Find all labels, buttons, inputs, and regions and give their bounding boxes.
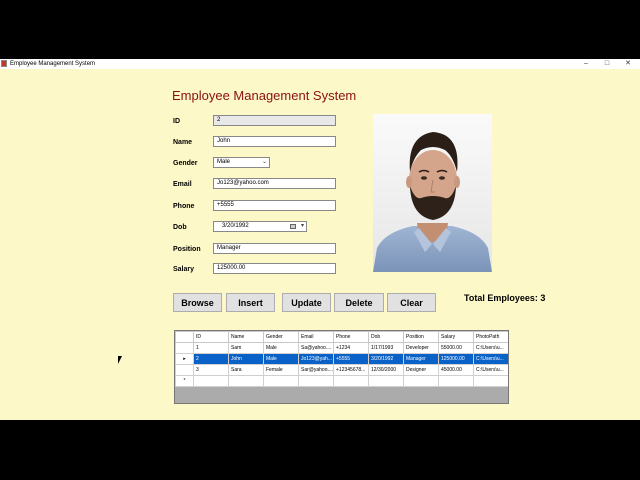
table-cell[interactable]: +12345678... <box>333 364 369 376</box>
title-bar[interactable]: Employee Management System – □ ✕ <box>0 59 640 69</box>
id-label: ID <box>173 118 180 125</box>
table-cell[interactable]: Developer <box>403 342 439 354</box>
table-row[interactable]: 1 Sam Male Sa@yahoo.... +1234 1/17/1993 … <box>175 342 508 354</box>
row-header[interactable] <box>175 342 194 354</box>
column-header-phone[interactable]: Phone <box>333 331 369 343</box>
grid-header-row: ID Name Gender Email Phone Dob Position … <box>175 331 508 343</box>
table-cell[interactable]: +1234 <box>333 342 369 354</box>
window-title: Employee Management System <box>10 61 96 67</box>
id-field[interactable]: 2 <box>213 115 336 126</box>
clear-button[interactable]: Clear <box>387 293 436 312</box>
column-header-photopath[interactable]: PhotoPath <box>473 331 508 343</box>
table-cell[interactable]: Male <box>263 353 299 365</box>
table-cell[interactable]: Sa@yahoo.... <box>298 342 334 354</box>
new-row-marker[interactable]: * <box>175 375 194 387</box>
mouse-cursor-icon <box>118 356 122 364</box>
table-cell[interactable]: Sam <box>228 342 264 354</box>
row-selected-marker[interactable]: ▸ <box>175 353 194 365</box>
table-cell[interactable]: 3 <box>193 364 229 376</box>
employee-photo-illustration <box>373 114 492 272</box>
table-cell[interactable]: Sar@yahoo.... <box>298 364 334 376</box>
table-cell[interactable] <box>193 375 229 387</box>
email-label: Email <box>173 181 192 188</box>
delete-button[interactable]: Delete <box>334 293 384 312</box>
table-cell[interactable]: Manager <box>403 353 439 365</box>
app-window: Employee Management System – □ ✕ Employe… <box>0 59 640 420</box>
phone-label: Phone <box>173 203 195 210</box>
table-cell[interactable]: 2 <box>193 353 229 365</box>
page-title: Employee Management System <box>172 88 357 103</box>
table-cell[interactable] <box>263 375 299 387</box>
table-cell[interactable]: 125000.00 <box>438 353 474 365</box>
table-cell[interactable]: +5555 <box>333 353 369 365</box>
table-cell[interactable]: 55000.00 <box>438 342 474 354</box>
salary-field[interactable]: 125000.00 <box>213 263 336 274</box>
table-cell[interactable]: 1/17/1993 <box>368 342 404 354</box>
table-cell[interactable]: 45000.00 <box>438 364 474 376</box>
browse-button[interactable]: Browse <box>173 293 222 312</box>
table-cell[interactable] <box>333 375 369 387</box>
table-cell[interactable] <box>228 375 264 387</box>
table-cell[interactable] <box>368 375 404 387</box>
salary-label: Salary <box>173 266 195 273</box>
employee-photo <box>373 114 492 272</box>
position-label: Position <box>173 246 201 253</box>
column-header-salary[interactable]: Salary <box>438 331 474 343</box>
insert-button[interactable]: Insert <box>226 293 275 312</box>
table-cell[interactable]: Male <box>263 342 299 354</box>
table-cell[interactable] <box>298 375 334 387</box>
table-row[interactable]: 3 Sara Female Sar@yahoo.... +12345678...… <box>175 364 508 376</box>
gender-label: Gender <box>173 160 198 167</box>
phone-field[interactable]: +5555 <box>213 200 336 211</box>
dob-picker[interactable]: 3/20/1992 ▾ <box>213 221 307 232</box>
table-cell[interactable]: John <box>228 353 264 365</box>
column-header-id[interactable]: ID <box>193 331 229 343</box>
position-field[interactable]: Manager <box>213 243 336 254</box>
table-cell[interactable]: Sara <box>228 364 264 376</box>
chevron-down-icon: ▾ <box>300 223 304 229</box>
table-cell[interactable]: 3/20/1992 <box>368 353 404 365</box>
name-field[interactable]: John <box>213 136 336 147</box>
column-header-name[interactable]: Name <box>228 331 264 343</box>
dob-value: 3/20/1992 <box>222 223 249 229</box>
table-cell[interactable] <box>403 375 439 387</box>
dob-label: Dob <box>173 224 187 231</box>
calendar-icon[interactable] <box>290 224 296 229</box>
gender-value: Male <box>217 159 231 165</box>
table-cell[interactable]: Designer <box>403 364 439 376</box>
column-header-dob[interactable]: Dob <box>368 331 404 343</box>
gender-dropdown[interactable]: Male ⌄ <box>213 157 270 168</box>
table-row-selected[interactable]: ▸ 2 John Male Jo123@yah... +5555 3/20/19… <box>175 353 508 365</box>
app-icon <box>1 60 7 67</box>
close-button[interactable]: ✕ <box>618 59 638 69</box>
email-field[interactable]: Jo123@yahoo.com <box>213 178 336 189</box>
table-cell[interactable]: 1 <box>193 342 229 354</box>
maximize-button[interactable]: □ <box>597 59 617 69</box>
column-header-email[interactable]: Email <box>298 331 334 343</box>
row-header[interactable] <box>175 364 194 376</box>
table-cell[interactable]: Female <box>263 364 299 376</box>
table-cell[interactable]: Jo123@yah... <box>298 353 334 365</box>
total-employees-label: Total Employees: 3 <box>464 293 546 303</box>
table-cell[interactable]: C:\Users\u... <box>473 342 508 354</box>
table-cell[interactable] <box>473 375 508 387</box>
minimize-button[interactable]: – <box>576 59 596 69</box>
table-cell[interactable]: C:\Users\u... <box>473 364 508 376</box>
table-row-new[interactable]: * <box>175 375 508 387</box>
column-header-position[interactable]: Position <box>403 331 439 343</box>
column-header-gender[interactable]: Gender <box>263 331 299 343</box>
chevron-down-icon: ⌄ <box>261 159 267 165</box>
table-cell[interactable] <box>438 375 474 387</box>
table-cell[interactable]: C:\Users\u... <box>473 353 508 365</box>
employee-grid[interactable]: ID Name Gender Email Phone Dob Position … <box>174 330 509 404</box>
grid-corner <box>175 331 194 343</box>
name-label: Name <box>173 139 193 146</box>
table-cell[interactable]: 12/30/2000 <box>368 364 404 376</box>
update-button[interactable]: Update <box>282 293 331 312</box>
